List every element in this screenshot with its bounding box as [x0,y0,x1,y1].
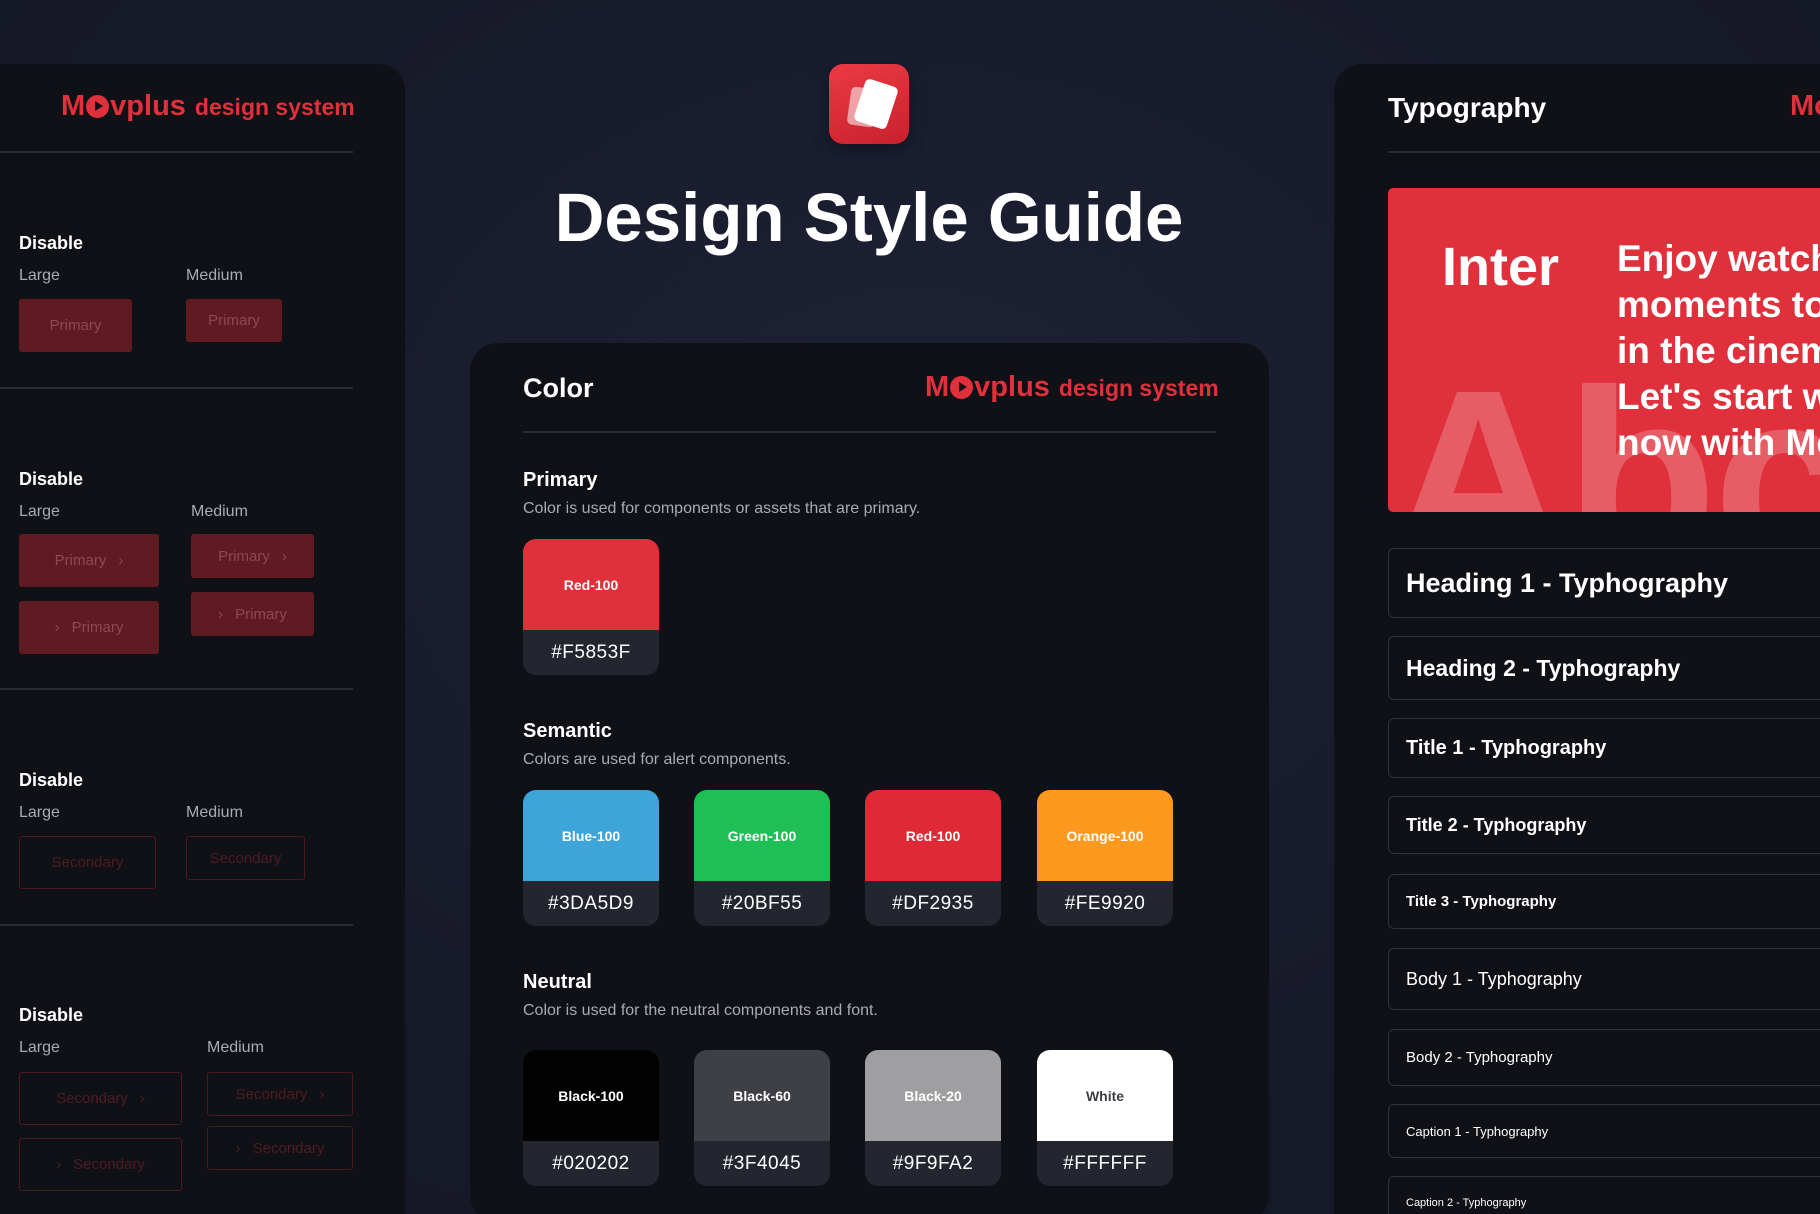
typography-row-title-2[interactable]: Title 2 - Typhography [1388,796,1820,854]
color-swatch[interactable]: Orange-100 #FE9920 [1037,790,1173,926]
panel-title: Color [523,373,594,403]
swatch-hex: #FE9920 [1064,892,1146,914]
chevron-right-icon: › [281,547,287,565]
color-swatch[interactable]: Black-60 #3F4045 [694,1050,830,1186]
swatch-hex: #3DA5D9 [548,892,634,914]
typography-row-title-1[interactable]: Title 1 - Typhography [1388,718,1820,778]
typography-row-heading-1[interactable]: Heading 1 - Typhography [1388,548,1820,618]
size-label-large: Large [19,267,60,284]
swatch-hex: #F5853F [551,641,631,663]
play-icon [86,95,110,118]
size-label-medium: Medium [186,804,243,821]
size-label-large: Large [19,503,60,520]
primary-button-trailing-icon-large[interactable]: Primary › [19,534,159,587]
chevron-right-icon: › [118,552,124,569]
chevron-right-icon: › [319,1085,325,1103]
chevron-right-icon: › [218,605,224,623]
swatch-name: Blue-100 [523,790,659,881]
color-swatch[interactable]: Red-100 #F5853F [523,539,659,675]
color-swatch[interactable]: Black-20 #9F9FA2 [865,1050,1001,1186]
divider [0,387,353,389]
brand-tagline: design system [194,94,355,120]
typography-row-caption-1[interactable]: Caption 1 - Typhography [1388,1104,1820,1158]
section-description: Color is used for components or assets t… [523,500,921,517]
size-label-large: Large [19,804,60,821]
secondary-button-leading-icon-medium[interactable]: › Secondary [207,1126,353,1170]
play-icon [950,376,974,399]
brand-logo: Mvplus design system [61,90,355,122]
typeface-name: Inter [1442,237,1560,297]
swatch-name: Black-100 [523,1050,659,1141]
swatch-name: Orange-100 [1037,790,1173,881]
secondary-button-medium[interactable]: Secondary [186,836,305,880]
swatch-hex: #DF2935 [892,892,974,914]
primary-button-medium[interactable]: Primary [186,299,282,342]
typography-row-title-3[interactable]: Title 3 - Typhography [1388,874,1820,929]
swatch-name: Red-100 [865,790,1001,881]
chevron-right-icon: › [235,1139,241,1157]
size-label-medium: Medium [191,503,248,520]
divider [523,431,1216,433]
swatch-name: Black-60 [694,1050,830,1141]
swatch-hex: #9F9FA2 [892,1152,974,1174]
section-description: Colors are used for alert components. [523,751,791,768]
size-label-medium: Medium [207,1039,264,1056]
typography-row-body-2[interactable]: Body 2 - Typhography [1388,1029,1820,1086]
brand-logo: Mvplus design system [925,371,1219,403]
color-panel: Color Mvplus design system Primary Color… [470,343,1269,1214]
group-title: Disable [19,770,84,790]
typeface-sample-text: Enjoy watching moments to in the cinema … [1617,238,1820,463]
swatch-name: Red-100 [523,539,659,630]
group-title: Disable [19,1005,84,1025]
typeface-showcase: Abc Inter Enjoy watching moments to in t… [1388,188,1820,512]
swatch-hex: #FFFFFF [1063,1152,1147,1174]
swatch-name: Green-100 [694,790,830,881]
chevron-right-icon: › [139,1090,145,1107]
panel-title: Typography [1388,92,1547,123]
secondary-button-leading-icon-large[interactable]: › Secondary [19,1138,182,1191]
color-swatch[interactable]: White #FFFFFF [1037,1050,1173,1186]
divider [0,688,353,690]
color-swatch[interactable]: Red-100 #DF2935 [865,790,1001,926]
section-title: Primary [523,469,598,491]
primary-button-leading-icon-large[interactable]: › Primary [19,601,159,654]
swatch-hex: #3F4045 [722,1152,802,1174]
size-label-large: Large [19,1039,60,1056]
swatch-name: Black-20 [865,1050,1001,1141]
typography-panel: Typography Mo Abc Inter Enjoy watching m… [1334,64,1820,1214]
divider [0,924,353,926]
brand-logo-partial: Mo [1790,90,1820,122]
section-description: Color is used for the neutral components… [523,1002,878,1019]
section-title: Neutral [523,971,592,993]
swatch-name: White [1037,1050,1173,1141]
swatch-hex: #20BF55 [721,892,803,914]
swatch-hex: #020202 [552,1152,630,1174]
group-title: Disable [19,469,84,489]
typography-row-heading-2[interactable]: Heading 2 - Typhography [1388,636,1820,700]
size-label-medium: Medium [186,267,243,284]
divider [0,151,353,153]
secondary-button-large[interactable]: Secondary [19,836,156,889]
primary-button-leading-icon-medium[interactable]: › Primary [191,592,314,636]
brand-tagline: design system [1058,375,1219,401]
typography-row-body-1[interactable]: Body 1 - Typhography [1388,948,1820,1010]
color-swatch[interactable]: Black-100 #020202 [523,1050,659,1186]
secondary-button-trailing-icon-medium[interactable]: Secondary › [207,1072,353,1116]
app-icon [829,64,909,144]
chevron-right-icon: › [54,619,60,636]
color-swatch[interactable]: Green-100 #20BF55 [694,790,830,926]
primary-button-trailing-icon-medium[interactable]: Primary › [191,534,314,578]
color-swatch[interactable]: Blue-100 #3DA5D9 [523,790,659,926]
typography-row-caption-2[interactable]: Caption 2 - Typhography [1388,1176,1820,1214]
chevron-right-icon: › [56,1156,62,1173]
primary-button-large[interactable]: Primary [19,299,132,352]
divider [1388,151,1820,153]
section-title: Semantic [523,720,612,742]
secondary-button-trailing-icon-large[interactable]: Secondary › [19,1072,182,1125]
